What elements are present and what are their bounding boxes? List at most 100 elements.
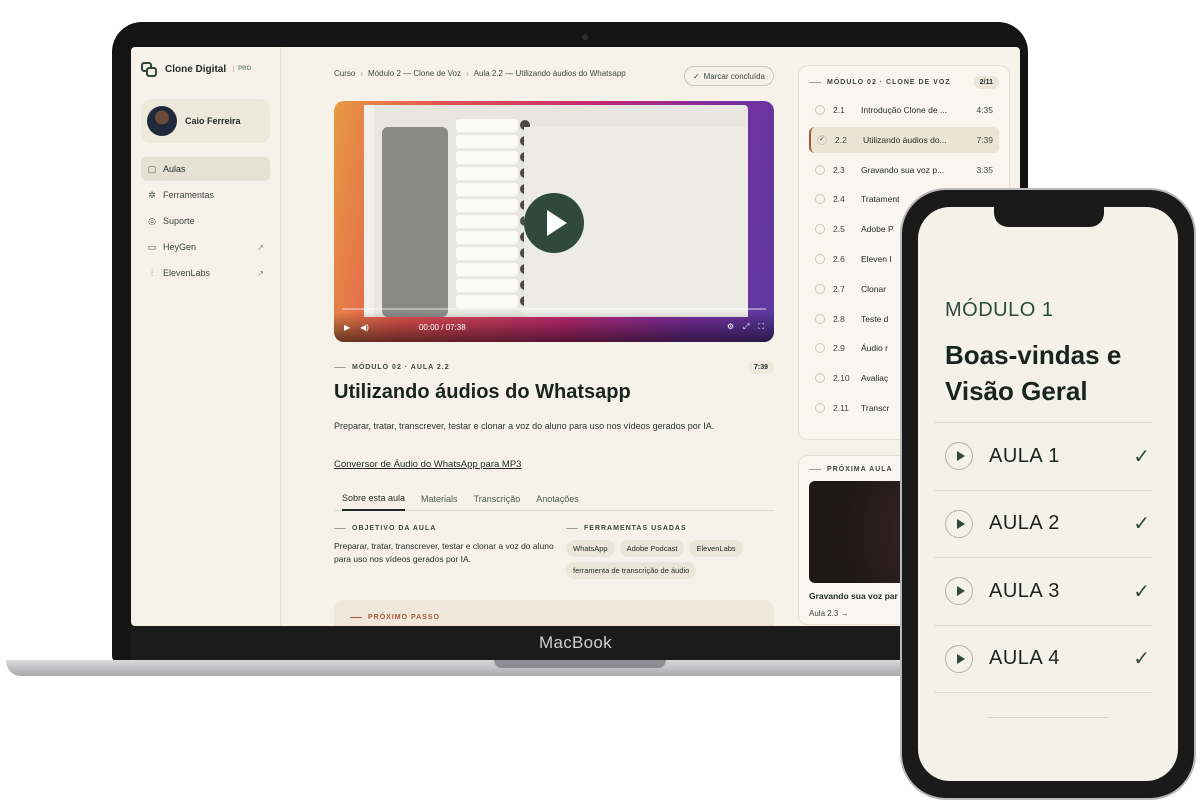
phone-lesson-row[interactable]: AULA 1 ✓ <box>934 422 1152 490</box>
phone-lesson-label: AULA 3 <box>989 579 1060 602</box>
lesson-title: Gravando sua voz p... <box>861 164 945 175</box>
tools-label: FERRAMENTAS USADAS <box>566 525 774 532</box>
phone-module-title: Boas-vindas e Visão Geral <box>945 340 1122 406</box>
volume-icon[interactable]: ◀) <box>360 323 369 332</box>
circle-icon <box>815 343 825 354</box>
tab-anotacoes[interactable]: Anotações <box>536 487 579 511</box>
video-frame-panel <box>382 127 448 317</box>
brand-tag: PRO <box>233 66 251 72</box>
user-card[interactable]: Caio Ferreira <box>141 99 270 143</box>
lesson-number: 2.8 <box>833 313 845 324</box>
phone-list-divider <box>934 692 1152 693</box>
tool-chips: WhatsApp Adobe Podcast ElevenLabs ferram… <box>566 540 774 579</box>
video-controls-right: ⚙ ⤢ ⛶ <box>727 322 764 332</box>
phone-lesson-label: AULA 2 <box>989 512 1060 535</box>
lesson-number: 2.4 <box>833 194 845 205</box>
next-step-label: PRÓXIMO PASSO <box>350 614 758 621</box>
phone-lesson-row[interactable]: AULA 4 ✓ <box>934 624 1152 693</box>
play-icon[interactable] <box>945 644 973 673</box>
circle-icon <box>815 164 825 175</box>
phone-lesson-row[interactable]: AULA 3 ✓ <box>934 557 1152 625</box>
sidebar-item-label: ElevenLabs <box>163 268 211 278</box>
breadcrumb: Curso › Módulo 2 — Clone de Voz › Aula 2… <box>334 69 626 78</box>
expand-icon[interactable]: ⤢ <box>743 322 749 332</box>
sidebar-item-label: HeyGen <box>163 242 197 252</box>
circle-icon <box>815 253 825 264</box>
chevron-right-icon: › <box>360 69 364 78</box>
phone-module-label: MÓDULO 1 <box>945 299 1054 321</box>
tool-chip[interactable]: WhatsApp <box>566 540 615 557</box>
play-icon[interactable] <box>945 442 973 471</box>
check-icon: ✓ <box>1133 445 1150 468</box>
audio-icon: ⫶ <box>150 267 154 278</box>
tab-materials[interactable]: Materials <box>421 487 458 511</box>
circle-icon <box>815 402 825 413</box>
laptop-brand-label: MacBook <box>539 633 612 652</box>
next-step-card[interactable]: PRÓXIMO PASSO <box>334 600 774 626</box>
lesson-number: 2.2 <box>835 134 847 145</box>
objective-label: OBJETIVO DA AULA <box>334 525 554 532</box>
fullscreen-icon[interactable]: ⛶ <box>758 322 764 332</box>
video-frame-chat <box>456 119 530 315</box>
breadcrumb-module[interactable]: Módulo 2 — Clone de Voz <box>368 69 461 78</box>
lesson-main: Curso › Módulo 2 — Clone de Voz › Aula 2… <box>334 47 774 626</box>
book-icon: ▢ <box>147 163 157 174</box>
lesson-duration: 3:35 <box>976 164 993 175</box>
lesson-list-item[interactable]: 2.1 Introdução Clone de ... 4:35 <box>809 97 999 123</box>
chevron-right-icon: › <box>465 69 469 78</box>
video-player[interactable]: ▶ ◀) 00:00 / 07:38 ⚙ ⤢ ⛶ <box>334 101 774 342</box>
converter-link[interactable]: Conversor de Áudio do WhatsApp para MP3 <box>334 459 521 470</box>
brand[interactable]: Clone Digital PRO <box>141 59 270 79</box>
laptop-chin: MacBook <box>131 626 1020 660</box>
tool-chip[interactable]: Adobe Podcast <box>619 540 685 557</box>
phone-lesson-list: AULA 1 ✓ AULA 2 ✓ AULA 3 ✓ AULA 4 ✓ <box>934 422 1152 693</box>
check-circle-icon: ✓ <box>817 134 827 145</box>
lesson-title: Utilizando áudios do... <box>863 134 947 145</box>
lesson-duration-badge: 7:39 <box>747 361 774 374</box>
tab-transcricao[interactable]: Transcrição <box>474 487 521 511</box>
video-progress-bar[interactable] <box>342 308 766 310</box>
device-mockup-stage: Clone Digital PRO Caio Ferreira ▢ Aulas … <box>0 0 1200 803</box>
tool-chip[interactable]: ferramenta de transcrição de áudio <box>566 562 697 579</box>
lesson-title: Introdução Clone de ... <box>861 105 948 115</box>
sidebar-item-ferramentas[interactable]: ✲ Ferramentas <box>141 183 270 207</box>
lesson-description: Preparar, tratar, transcrever, testar e … <box>334 421 715 431</box>
circle-icon <box>815 373 825 384</box>
lesson-number: 2.6 <box>833 253 845 264</box>
sidebar-item-elevenlabs[interactable]: ⫶ ElevenLabs ↗ <box>141 261 270 285</box>
phone-screen: MÓDULO 1 Boas-vindas e Visão Geral AULA … <box>918 207 1178 781</box>
lesson-number: 2.7 <box>833 283 845 294</box>
lesson-list-item[interactable]: ✓ 2.2 Utilizando áudios do... 7:39 <box>809 126 999 153</box>
user-name: Caio Ferreira <box>185 116 241 126</box>
lesson-title: Utilizando áudios do Whatsapp <box>334 381 631 403</box>
objective-section: OBJETIVO DA AULA Preparar, tratar, trans… <box>334 525 554 566</box>
mark-complete-button[interactable]: ✓ Marcar concluída <box>683 66 774 86</box>
play-button[interactable] <box>524 193 584 253</box>
laptop-screen: Clone Digital PRO Caio Ferreira ▢ Aulas … <box>131 47 1020 626</box>
laptop-base-notch <box>494 660 666 668</box>
play-icon[interactable] <box>945 509 973 538</box>
clone-logo-icon <box>141 61 158 77</box>
play-icon[interactable]: ▶ <box>344 323 350 332</box>
sidebar-item-aulas[interactable]: ▢ Aulas <box>141 157 270 181</box>
lesson-list-item[interactable]: 2.3 Gravando sua voz p... 3:35 <box>809 157 999 183</box>
lesson-number: 2.10 <box>833 373 850 384</box>
sidebar-item-suporte[interactable]: ◎ Suporte <box>141 209 270 233</box>
check-icon: ✓ <box>692 71 700 81</box>
external-link-icon: ↗ <box>257 242 264 252</box>
play-icon[interactable] <box>945 577 973 606</box>
sidebar-item-heygen[interactable]: ▭ HeyGen ↗ <box>141 235 270 259</box>
lesson-number: 2.9 <box>833 343 845 354</box>
lesson-meta: MÓDULO 02 · AULA 2.2 7:39 <box>334 361 774 374</box>
support-icon: ◎ <box>148 215 156 226</box>
phone-lesson-row[interactable]: AULA 2 ✓ <box>934 489 1152 558</box>
breadcrumb-course[interactable]: Curso <box>334 69 355 78</box>
circle-icon <box>815 283 825 294</box>
settings-icon[interactable]: ⚙ <box>727 322 734 332</box>
sidebar-item-label: Ferramentas <box>163 190 215 200</box>
tool-chip[interactable]: ElevenLabs <box>689 540 743 557</box>
video-icon: ▭ <box>147 241 157 252</box>
tab-sobre[interactable]: Sobre esta aula <box>342 487 406 511</box>
breadcrumb-lesson: Aula 2.2 — Utilizando áudios do Whatsapp <box>473 69 626 78</box>
module-list-title: MÓDULO 02 · CLONE DE VOZ <box>809 79 951 86</box>
